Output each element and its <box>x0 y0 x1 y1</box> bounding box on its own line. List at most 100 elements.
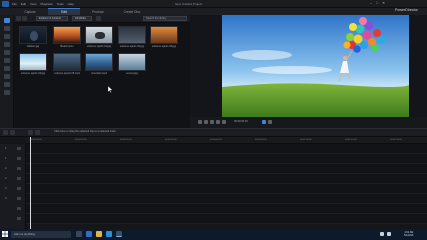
subtitle-room-icon[interactable] <box>4 90 10 95</box>
network-icon[interactable] <box>380 232 384 236</box>
view-mode-icon[interactable] <box>96 16 101 21</box>
room-rail <box>0 15 14 128</box>
media-thumbnail[interactable] <box>53 26 81 44</box>
timeline-track[interactable] <box>26 204 427 214</box>
ruler-tick-label: 00:01:10:00 <box>345 139 357 141</box>
media-thumbnail[interactable] <box>85 26 113 44</box>
media-thumbnail-label: extreme sports 05.mp4 <box>54 72 80 75</box>
ruler-tick-label: 00:00:50:00 <box>255 139 267 141</box>
timeline-track[interactable] <box>26 154 427 164</box>
audio-mixing-room-icon[interactable] <box>4 66 10 71</box>
maximize-icon[interactable]: □ <box>376 1 378 5</box>
storyboard-view-icon[interactable] <box>10 130 15 135</box>
video-track-icon <box>17 167 21 170</box>
store-icon[interactable] <box>106 231 112 237</box>
timeline-track[interactable] <box>26 214 427 224</box>
next-frame-icon[interactable] <box>216 120 220 124</box>
pip-room-icon[interactable] <box>4 34 10 39</box>
media-thumbnail[interactable] <box>53 53 81 71</box>
window-title: New Untitled Project <box>175 2 203 6</box>
app-logo-icon <box>2 1 9 7</box>
tab-produce[interactable]: Produce <box>82 8 114 15</box>
media-thumbnail[interactable] <box>19 26 47 44</box>
brand-logo: PowerDirector <box>395 8 418 12</box>
timeline-track[interactable] <box>26 164 427 174</box>
plugin-icon[interactable] <box>22 16 27 21</box>
playhead[interactable] <box>30 137 31 229</box>
delete-icon[interactable] <box>35 130 40 135</box>
library-search-input[interactable]: Search the library <box>143 16 187 21</box>
library-filter-dropdown[interactable]: Explorer & Content <box>36 16 68 21</box>
timeline-track[interactable] <box>26 184 427 194</box>
track-label: 3. <box>5 197 8 200</box>
powerdirector-taskbar-icon[interactable] <box>116 231 122 237</box>
media-thumbnail[interactable] <box>150 26 178 44</box>
media-type-dropdown[interactable]: All Media <box>72 16 92 21</box>
menu-help[interactable]: Help <box>68 2 74 6</box>
media-thumbnail[interactable] <box>118 26 146 44</box>
timeline-track[interactable] <box>26 144 427 154</box>
track-label: 2. <box>5 167 8 170</box>
track-label: 3. <box>5 187 8 190</box>
track-headers <box>0 144 26 229</box>
stop-icon[interactable] <box>204 120 208 124</box>
track-label: 2. <box>5 177 8 180</box>
media-thumbnail[interactable] <box>19 53 47 71</box>
fx-room-icon[interactable] <box>4 26 10 31</box>
import-icon[interactable] <box>16 16 21 21</box>
menu-file[interactable]: File <box>12 2 17 6</box>
tab-edit[interactable]: Edit <box>48 8 80 15</box>
media-thumbnail[interactable] <box>118 53 146 71</box>
taskbar-search-input[interactable]: Ask me anything <box>11 231 71 238</box>
effect-track-icon <box>17 207 21 210</box>
clock-date: 5/1/2016 <box>404 234 414 237</box>
minimize-icon[interactable]: – <box>370 1 372 5</box>
timeline-view-icon[interactable] <box>3 130 8 135</box>
volume-icon[interactable] <box>268 120 272 124</box>
video-track-icon <box>17 147 21 150</box>
media-thumbnail-label: extreme sports 04.jpg <box>20 72 46 75</box>
audio-track-icon <box>17 197 21 200</box>
menu-view[interactable]: View <box>30 2 36 6</box>
ruler-tick-label: 00:00:30:00 <box>165 139 177 141</box>
voice-over-room-icon[interactable] <box>4 74 10 79</box>
ruler-tick-label: 00:00:10:00 <box>75 139 87 141</box>
menu-playback[interactable]: Playback <box>40 2 52 6</box>
title-room-icon[interactable] <box>4 50 10 55</box>
close-icon[interactable]: ✕ <box>382 1 385 5</box>
track-label: 1. <box>5 147 8 150</box>
menu-edit[interactable]: Edit <box>21 2 26 6</box>
mouse-cursor-icon <box>108 86 113 93</box>
taskbar-clock[interactable]: 4:02 AM 5/1/2016 <box>404 231 413 237</box>
task-view-icon[interactable] <box>76 231 82 237</box>
media-thumbnail-label: extreme sports 02.jpg <box>119 45 145 48</box>
snapshot-icon[interactable] <box>262 120 266 124</box>
tab-capture[interactable]: Capture <box>14 8 46 15</box>
fast-forward-icon[interactable] <box>222 120 226 124</box>
windows-start-icon[interactable] <box>2 231 8 237</box>
media-room-icon[interactable] <box>4 18 10 23</box>
timeline-track[interactable] <box>26 194 427 204</box>
ruler-tick-label: 00:01:20:00 <box>390 139 402 141</box>
media-thumbnail-label: sunset.jpg <box>126 72 138 75</box>
file-explorer-icon[interactable] <box>96 231 102 237</box>
transition-room-icon[interactable] <box>4 58 10 63</box>
timeline-track[interactable] <box>26 174 427 184</box>
tab-create-disc[interactable]: Create Disc <box>116 8 148 15</box>
speaker-icon[interactable] <box>387 232 391 236</box>
previous-frame-icon[interactable] <box>210 120 214 124</box>
play-icon[interactable] <box>198 120 202 124</box>
media-thumbnail[interactable] <box>85 53 113 71</box>
ruler-tick-label: 00:00:00:00 <box>30 139 42 141</box>
media-thumbnail-label: extreme sports 03.jpg <box>151 45 177 48</box>
menu-tools[interactable]: Tools <box>57 2 64 6</box>
media-thumbnail-label: Beach.wmv <box>60 45 74 48</box>
split-icon[interactable] <box>28 130 33 135</box>
particle-room-icon[interactable] <box>4 42 10 47</box>
preview-window[interactable] <box>222 15 409 117</box>
title-track-icon <box>17 217 21 220</box>
chapter-room-icon[interactable] <box>4 82 10 87</box>
edge-browser-icon[interactable] <box>86 231 92 237</box>
preview-timecode: 00:00:00:00 <box>234 120 248 123</box>
media-thumbnail-label: mountain.mp4 <box>91 72 107 75</box>
